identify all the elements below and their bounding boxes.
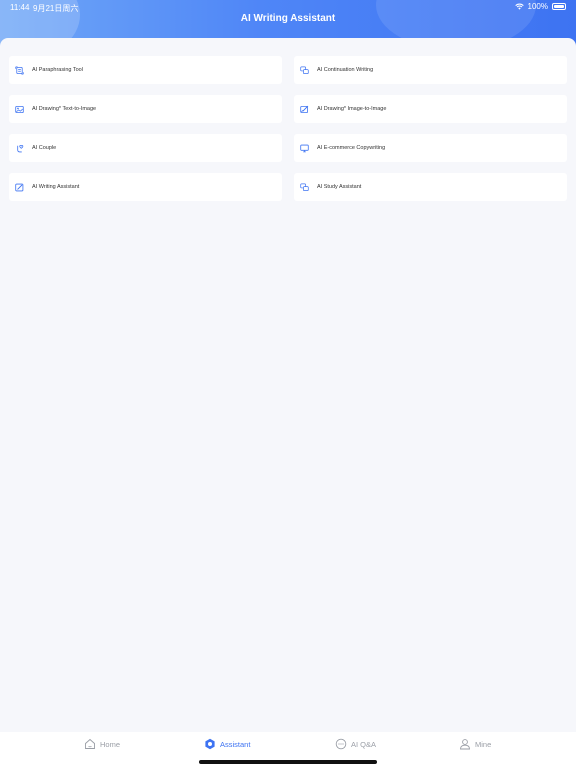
tab-label: Home (100, 739, 121, 749)
hand-heart-icon (15, 144, 24, 153)
tool-card-label: AI Drawing* Text-to-Image (32, 106, 97, 112)
status-indicators: 100% (514, 2, 566, 11)
status-time: 11:44 (10, 3, 30, 12)
tab-label: AI Q&A (351, 739, 377, 749)
page-title: AI Writing Assistant (240, 13, 336, 24)
home-indicator[interactable] (199, 760, 377, 764)
tool-card-paraphrasing[interactable]: AI Paraphrasing Tool (9, 56, 282, 84)
tab-assistant[interactable]: Assistant (204, 738, 250, 750)
tool-card-ecommerce-copywriting[interactable]: AI E-commerce Copywriting (294, 134, 567, 162)
chat-bubbles-icon (300, 183, 309, 192)
tool-card-study-assistant[interactable]: AI Study Assistant (294, 173, 567, 201)
tool-card-text-to-image[interactable]: AI Drawing* Text-to-Image (9, 95, 282, 123)
tool-card-label: AI E-commerce Copywriting (317, 145, 386, 151)
tool-card-image-to-image[interactable]: AI Drawing* Image-to-Image (294, 95, 567, 123)
tool-card-label: AI Study Assistant (317, 184, 362, 190)
tool-card-label: AI Continuation Writing (317, 67, 374, 73)
tab-home[interactable]: Home (84, 738, 120, 750)
document-scan-icon (15, 66, 24, 75)
tab-mine[interactable]: Mine (459, 738, 491, 750)
edit-picture-icon (300, 105, 309, 114)
tool-card-label: AI Drawing* Image-to-Image (317, 106, 387, 112)
battery-percentage: 100% (527, 2, 548, 11)
tab-ai-qa[interactable]: AI Q&A (335, 738, 376, 750)
tool-grid: AI Paraphrasing Tool AI Continuation Wri… (9, 56, 567, 201)
tab-label: Mine (475, 739, 492, 749)
tool-card-label: AI Writing Assistant (32, 184, 80, 190)
tool-card-couple[interactable]: AI Couple (9, 134, 282, 162)
speech-bubbles-icon (300, 66, 309, 75)
battery-icon (552, 3, 566, 10)
tool-card-writing-assistant[interactable]: AI Writing Assistant (9, 173, 282, 201)
chat-icon (335, 738, 347, 750)
wifi-icon (514, 3, 524, 10)
monitor-icon (300, 144, 309, 153)
tab-label: Assistant (220, 739, 251, 749)
main-content: AI Paraphrasing Tool AI Continuation Wri… (0, 38, 576, 732)
tool-card-continuation[interactable]: AI Continuation Writing (294, 56, 567, 84)
home-icon (85, 738, 95, 749)
status-bar: 11:44 9月21日周六 100% (0, 0, 576, 14)
tool-card-label: AI Paraphrasing Tool (32, 67, 83, 73)
assistant-icon (205, 738, 215, 750)
pen-edit-icon (15, 183, 24, 192)
user-icon (460, 739, 470, 750)
picture-icon (15, 105, 24, 114)
tool-card-label: AI Couple (32, 145, 57, 151)
